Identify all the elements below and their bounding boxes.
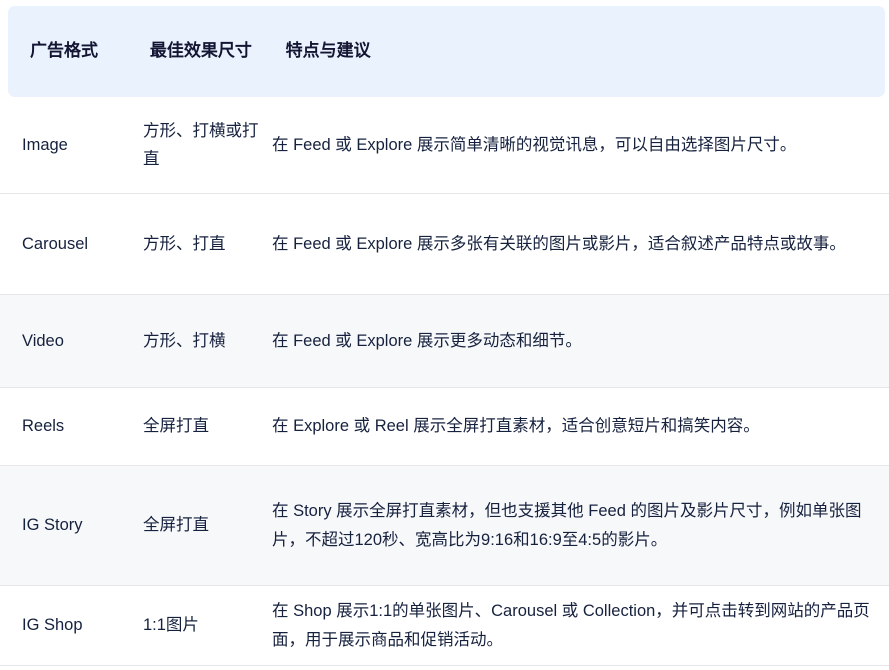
cell-format: IG Shop bbox=[22, 616, 83, 635]
table-row: Carousel 方形、打直 在 Feed 或 Explore 展示多张有关联的… bbox=[0, 194, 889, 295]
cell-format: Video bbox=[22, 331, 64, 350]
cell-notes: 在 Feed 或 Explore 展示简单清晰的视觉讯息，可以自由选择图片尺寸。 bbox=[272, 135, 797, 154]
cell-size: 方形、打横或打直 bbox=[143, 121, 259, 168]
table-row: Image 方形、打横或打直 在 Feed 或 Explore 展示简单清晰的视… bbox=[0, 97, 889, 194]
table-row: IG Shop 1:1图片 在 Shop 展示1:1的单张图片、Carousel… bbox=[0, 586, 889, 666]
cell-notes: 在 Feed 或 Explore 展示更多动态和细节。 bbox=[272, 331, 582, 350]
cell-size: 全屏打直 bbox=[143, 516, 209, 535]
cell-notes: 在 Story 展示全屏打直素材，但也支援其他 Feed 的图片及影片尺寸，例如… bbox=[272, 502, 862, 549]
cell-size: 方形、打横 bbox=[143, 331, 226, 350]
cell-format: Carousel bbox=[22, 234, 89, 253]
cell-size: 1:1图片 bbox=[143, 616, 199, 635]
table-row: Reels 全屏打直 在 Explore 或 Reel 展示全屏打直素材，适合创… bbox=[0, 388, 889, 466]
cell-format: Image bbox=[22, 135, 68, 154]
table-row: IG Story 全屏打直 在 Story 展示全屏打直素材，但也支援其他 Fe… bbox=[0, 466, 889, 586]
column-header-size: 最佳效果尺寸 bbox=[149, 41, 252, 61]
cell-notes: 在 Explore 或 Reel 展示全屏打直素材，适合创意短片和搞笑内容。 bbox=[272, 417, 760, 436]
cell-notes: 在 Feed 或 Explore 展示多张有关联的图片或影片，适合叙述产品特点或… bbox=[272, 234, 846, 253]
cell-size: 方形、打直 bbox=[143, 234, 226, 253]
cell-format: IG Story bbox=[22, 516, 83, 535]
ad-format-table: 广告格式 最佳效果尺寸 特点与建议 Image 方形、打横或打直 在 Feed … bbox=[0, 6, 889, 666]
cell-notes: 在 Shop 展示1:1的单张图片、Carousel 或 Collection，… bbox=[272, 602, 870, 649]
table-body: Image 方形、打横或打直 在 Feed 或 Explore 展示简单清晰的视… bbox=[0, 97, 889, 666]
table-row: Video 方形、打横 在 Feed 或 Explore 展示更多动态和细节。 bbox=[0, 295, 889, 388]
cell-format: Reels bbox=[22, 417, 65, 436]
table-header-row: 广告格式 最佳效果尺寸 特点与建议 bbox=[8, 6, 885, 97]
column-header-notes: 特点与建议 bbox=[285, 41, 371, 61]
cell-size: 全屏打直 bbox=[143, 417, 209, 436]
column-header-format: 广告格式 bbox=[30, 41, 98, 61]
